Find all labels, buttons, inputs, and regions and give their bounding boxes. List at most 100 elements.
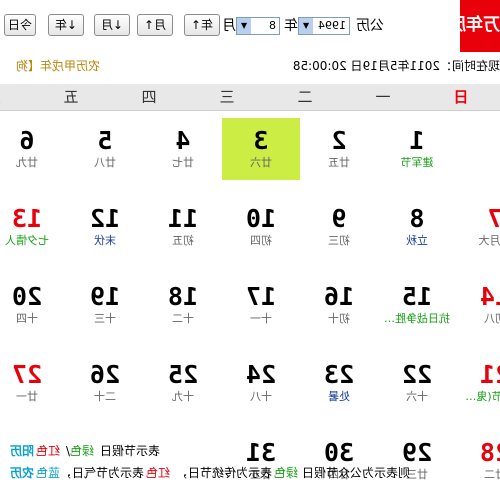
weekday-mon: 一 <box>375 88 391 106</box>
day-cell-empty <box>456 118 500 180</box>
day-number: 27 <box>11 360 43 389</box>
day-cell-26[interactable]: 26 二十 <box>66 352 144 414</box>
day-cell-empty <box>0 430 66 492</box>
day-cell-29[interactable]: 29 廿三 <box>378 430 456 492</box>
day-cell-10[interactable]: 10 初四 <box>222 196 300 258</box>
day-cell-25[interactable]: 25 十九 <box>144 352 222 414</box>
day-cell-8[interactable]: 8 立秋 <box>378 196 456 258</box>
day-number: 15 <box>401 282 433 311</box>
lunar-date: 抗日战争胜… <box>384 312 450 325</box>
year-select-value: 1994 <box>318 19 346 32</box>
day-number: 16 <box>323 282 355 311</box>
legend-solar-label: 阳历 <box>9 444 34 458</box>
day-cell-12[interactable]: 12 末伏 <box>66 196 144 258</box>
lunar-date: 廿九 <box>16 156 38 169</box>
day-number: 20 <box>11 282 43 311</box>
day-cell-16[interactable]: 16 初十 <box>300 274 378 336</box>
day-number: 19 <box>89 282 121 311</box>
day-cell-24[interactable]: 24 十八 <box>222 352 300 414</box>
lunar-date: 初八 <box>484 312 500 325</box>
lunar-date: 建军节 <box>400 156 434 169</box>
calendar-type-label: 公历 <box>356 18 384 34</box>
lunar-date: 初四 <box>250 234 272 247</box>
lunar-date: 末伏 <box>94 234 116 247</box>
day-number: 3 <box>253 126 269 155</box>
day-cell-20[interactable]: 20 十四 <box>0 274 66 336</box>
prev-month-button[interactable]: ↓月 <box>94 14 130 36</box>
today-button[interactable]: 今日 <box>4 14 36 36</box>
weekday-wed: 三 <box>219 88 235 106</box>
day-number: 18 <box>167 282 199 311</box>
lunar-date: 二十 <box>94 390 116 403</box>
day-cell-2[interactable]: 2 廿五 <box>300 118 378 180</box>
day-cell-3[interactable]: 3 廿六 <box>222 118 300 180</box>
lunar-date: 十九 <box>172 390 194 403</box>
chevron-down-icon[interactable]: ▼ <box>299 18 313 34</box>
lunar-date: 十六 <box>406 390 428 403</box>
lunar-date: 处暑 <box>328 390 350 403</box>
day-number: 6 <box>19 126 35 155</box>
weekday-header: 日 一 二 三 四 五 六 <box>0 84 500 111</box>
day-number: 10 <box>245 204 277 233</box>
day-cell-9[interactable]: 9 初三 <box>300 196 378 258</box>
lunar-date: 廿八 <box>94 156 116 169</box>
legend-solar-desc: 表示节假日 <box>99 444 160 458</box>
day-cell-17[interactable]: 17 十一 <box>222 274 300 336</box>
day-number: 13 <box>11 204 43 233</box>
lunar-date: 十一 <box>250 312 272 325</box>
day-number: 23 <box>323 360 355 389</box>
weekday-tue: 二 <box>297 88 313 106</box>
day-cell-30[interactable]: 30 廿四 <box>300 430 378 492</box>
calendar-widget: 今日 ↓年 ↓月 月↑ 年↑ 8 ▼ 月 1994 ▼ 年 公历 万年历 农历甲… <box>0 0 500 500</box>
lunar-date: 廿一 <box>16 390 38 403</box>
month-select-value: 8 <box>269 19 276 32</box>
weekday-sat: 六 <box>0 84 32 110</box>
day-number: 14 <box>479 282 500 311</box>
weekday-thu: 四 <box>141 88 157 106</box>
legend-green-word: 绿色 <box>69 444 94 458</box>
next-month-button[interactable]: 月↑ <box>137 14 173 36</box>
day-cell-7[interactable]: 7七月大 <box>456 196 500 258</box>
day-number: 1 <box>409 126 425 155</box>
lunar-date: 廿七 <box>172 156 194 169</box>
day-cell-22[interactable]: 22 十六 <box>378 352 456 414</box>
day-cell-18[interactable]: 18 十二 <box>144 274 222 336</box>
lunar-date: 初十 <box>328 312 350 325</box>
day-cell-21[interactable]: 21中元节(鬼… <box>456 352 500 414</box>
lunar-date: 十八 <box>250 390 272 403</box>
day-cell-13[interactable]: 13 七夕情人 <box>0 196 66 258</box>
day-number: 22 <box>401 360 433 389</box>
lunar-date: 廿六 <box>250 156 272 169</box>
legend-red-word: 红色 <box>35 444 60 458</box>
day-cell-19[interactable]: 19 十三 <box>66 274 144 336</box>
day-cell-14[interactable]: 14初八 <box>456 274 500 336</box>
day-cell-4[interactable]: 4 廿七 <box>144 118 222 180</box>
toolbar: 今日 ↓年 ↓月 月↑ 年↑ 8 ▼ 月 1994 ▼ 年 公历 万年历 <box>0 0 500 52</box>
month-select[interactable]: 8 ▼ <box>236 17 280 35</box>
day-cell-1[interactable]: 1 建军节 <box>378 118 456 180</box>
legend-lunar: 农历 蓝色 表示为节气日， 红色 表示为传统节日， 绿色 则表示为公众节假日 <box>0 464 500 482</box>
day-cell-23[interactable]: 23 处暑 <box>300 352 378 414</box>
day-number: 26 <box>89 360 121 389</box>
day-number: 11 <box>167 204 199 233</box>
year-select[interactable]: 1994 ▼ <box>298 17 350 35</box>
day-cell-11[interactable]: 11 初五 <box>144 196 222 258</box>
day-cell-6[interactable]: 6 廿九 <box>0 118 66 180</box>
legend-blue-word: 蓝色 <box>35 466 60 480</box>
day-cell-empty <box>66 430 144 492</box>
day-cell-31[interactable]: 31 廿五 <box>222 430 300 492</box>
chevron-down-icon[interactable]: ▼ <box>237 18 251 34</box>
brand-title: 万年历 <box>460 0 500 52</box>
day-cell-empty <box>144 430 222 492</box>
next-year-button[interactable]: 年↑ <box>184 14 220 36</box>
day-cell-27[interactable]: 27 廿一 <box>0 352 66 414</box>
lunar-year-text: 农历甲戌年【狗 <box>15 59 100 73</box>
day-cell-15[interactable]: 15 抗日战争胜… <box>378 274 456 336</box>
day-number: 9 <box>331 204 347 233</box>
lunar-date: 廿五 <box>328 156 350 169</box>
day-cell-5[interactable]: 5 廿八 <box>66 118 144 180</box>
legend-lunar-label: 农历 <box>9 466 34 480</box>
lunar-date: 初三 <box>328 234 350 247</box>
prev-year-button[interactable]: ↓年 <box>48 14 84 36</box>
day-cell-28[interactable]: 28廿二 <box>456 430 500 492</box>
